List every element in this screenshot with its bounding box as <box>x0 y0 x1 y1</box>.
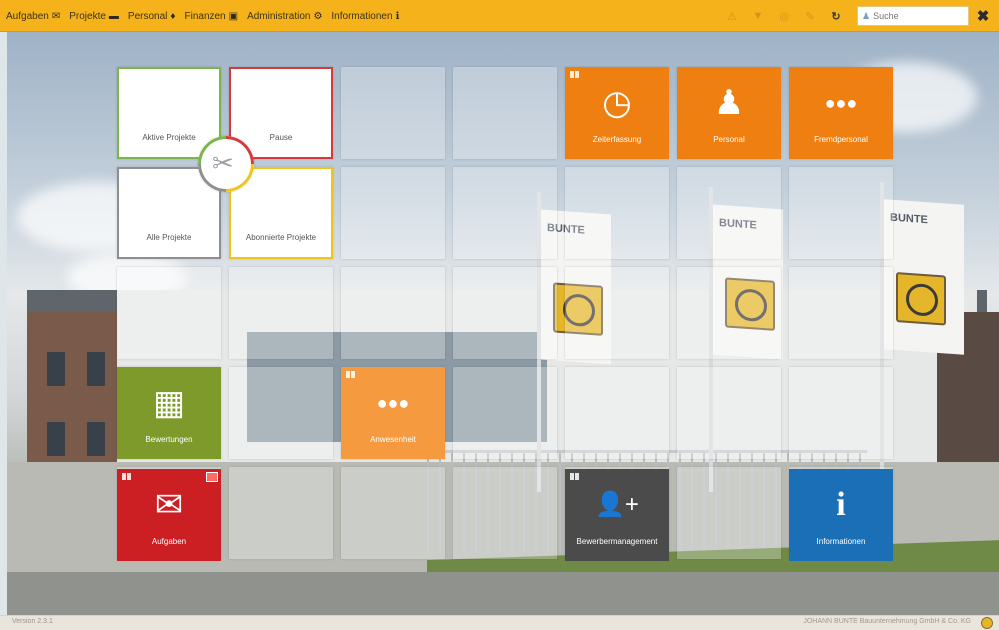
tile-label: Bewerbermanagement <box>576 537 658 546</box>
grid-icon <box>570 473 579 480</box>
search-input[interactable] <box>873 11 962 21</box>
company-logo <box>896 272 946 326</box>
grid-icon <box>122 473 131 480</box>
tools-hub[interactable]: ✂ <box>198 136 254 192</box>
grid-icon <box>570 71 579 78</box>
tile-personal[interactable]: ♟ Personal <box>677 67 781 159</box>
tile-anwesenheit[interactable]: ●●● Anwesenheit <box>341 367 445 459</box>
company-logo-icon <box>981 617 993 629</box>
toolbar: ⚠ ▼ ◎ ✎ ↻ ♟ ✖ <box>719 0 991 32</box>
company-name: JOHANN BUNTE Bauunternehmung GmbH & Co. … <box>803 618 971 625</box>
tile-zeiterfassung[interactable]: ◷ Zeiterfassung <box>565 67 669 159</box>
envelope-icon: ✉ <box>154 486 184 524</box>
filter-icon[interactable]: ▼ <box>745 10 771 22</box>
money-icon: ▣ <box>228 10 239 22</box>
tile-informationen[interactable]: i Informationen <box>789 469 893 561</box>
envelope-icon: ✉ <box>51 10 61 22</box>
pin-icon[interactable]: ✎ <box>797 10 823 23</box>
group-icon: ●●● <box>824 93 858 113</box>
tile-fremdpersonal[interactable]: ●●● Fremdpersonal <box>789 67 893 159</box>
refresh-icon[interactable]: ↻ <box>823 10 849 23</box>
tile-label: Aufgaben <box>151 537 187 546</box>
tile-bewerbermanagement[interactable]: 👤+ Bewerbermanagement <box>565 469 669 561</box>
menu-label: Finanzen <box>184 10 226 22</box>
tile-label: Fremdpersonal <box>814 135 868 144</box>
tile-label: Anwesenheit <box>370 435 416 444</box>
menu-label: Administration <box>247 10 311 22</box>
menu-label: Aufgaben <box>6 10 49 22</box>
main-menu: Aufgaben ✉ Projekte ▬ Personal ♦ Finanzen ▣ … <box>6 0 408 32</box>
menu-item-personal[interactable]: Personal ♦ <box>128 11 176 22</box>
menu-item-administration[interactable]: Administration ⚙ <box>247 11 322 22</box>
menu-item-aufgaben[interactable]: Aufgaben ✉ <box>6 11 60 22</box>
menu-label: Personal <box>127 10 168 22</box>
tile-label: Zeiterfassung <box>592 135 642 144</box>
gears-icon: ⚙ <box>313 10 323 22</box>
tools-icon: ✂ <box>212 148 234 178</box>
menu-item-projekte[interactable]: Projekte ▬ <box>69 11 119 22</box>
calculator-icon: ▦ <box>152 384 186 422</box>
warning-icon[interactable]: ⚠ <box>719 10 745 23</box>
close-icon[interactable]: ✖ <box>975 7 991 25</box>
settings-icon[interactable]: ◎ <box>771 10 797 23</box>
info-icon: i <box>836 486 846 523</box>
version-text: Version 2.3.1 <box>12 618 53 625</box>
footer: Version 2.3.1 JOHANN BUNTE Bauunternehmu… <box>0 615 999 630</box>
tile-bewertungen[interactable]: ▦ Bewertungen <box>117 367 221 459</box>
menu-label: Projekte <box>69 10 106 22</box>
menu-label: Informationen <box>331 10 393 22</box>
user-search-icon: ♟ <box>862 10 871 21</box>
tile-aufgaben[interactable]: ✉ Aufgaben <box>117 469 221 561</box>
grid-icon <box>346 371 355 378</box>
tile-label: Aktive Projekte <box>142 133 196 142</box>
group-icon: ●●● <box>376 393 410 413</box>
menu-item-finanzen[interactable]: Finanzen ▣ <box>184 11 238 22</box>
tile-label: Abonnierte Projekte <box>245 233 317 242</box>
search-box: ♟ <box>857 6 969 26</box>
info-icon: ℹ <box>395 10 400 22</box>
tile-label: Personal <box>713 135 745 144</box>
notification-badge <box>206 472 218 482</box>
clock-icon: ◷ <box>602 84 632 122</box>
top-menu-bar: Aufgaben ✉ Projekte ▬ Personal ♦ Finanzen ▣ … <box>0 0 999 32</box>
person-icon: ♦ <box>170 10 176 22</box>
tile-label: Informationen <box>816 537 866 546</box>
menu-item-informationen[interactable]: Informationen ℹ <box>331 11 399 22</box>
tile-label: Alle Projekte <box>146 233 192 242</box>
tile-label: Pause <box>269 133 293 142</box>
briefcase-icon: ▬ <box>108 10 119 22</box>
tile-label: Bewertungen <box>145 435 193 444</box>
person-icon: ♟ <box>713 84 745 122</box>
add-user-icon: 👤+ <box>595 491 639 518</box>
